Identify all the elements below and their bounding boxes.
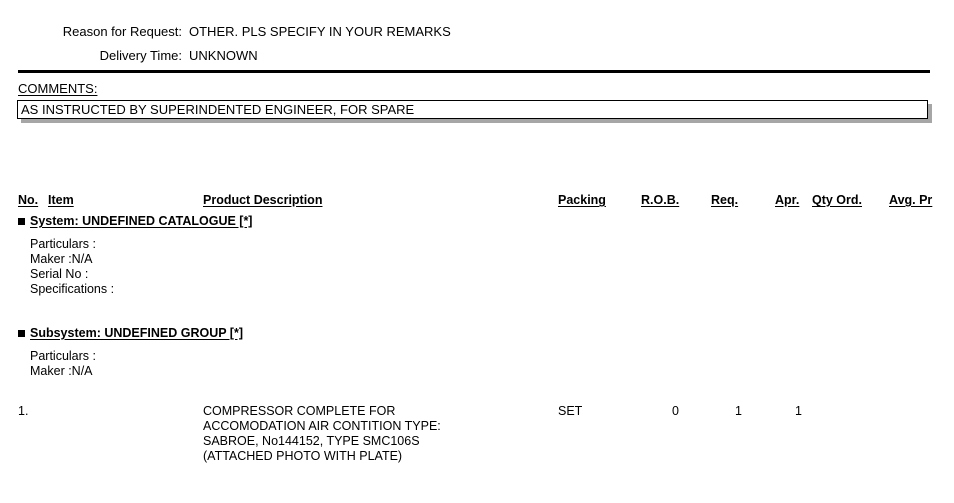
column-header-product-description: Product Description xyxy=(203,193,323,207)
detail-line-particulars: Particulars : xyxy=(30,237,96,251)
detail-line-maker: Maker :N/A xyxy=(30,252,93,266)
section-divider xyxy=(18,70,930,73)
description-line: ACCOMODATION AIR CONTITION TYPE: xyxy=(203,419,441,433)
group-row-system: System: UNDEFINED CATALOGUE [*] xyxy=(18,213,252,229)
column-header-avg-pr: Avg. Pr xyxy=(889,193,933,207)
description-line: (ATTACHED PHOTO WITH PLATE) xyxy=(203,449,403,463)
description-line: SABROE, No144152, TYPE SMC106S xyxy=(203,434,420,448)
field-label-delivery-time: Delivery Time: xyxy=(99,48,182,63)
row-rob: 0 xyxy=(672,404,679,418)
comments-textbox[interactable]: AS INSTRUCTED BY SUPERINDENTED ENGINEER,… xyxy=(17,100,928,119)
comments-label: COMMENTS: xyxy=(18,81,98,96)
detail-line-serial-no: Serial No : xyxy=(30,267,89,281)
row-packing: SET xyxy=(558,404,583,418)
row-apr: 1 xyxy=(795,404,802,418)
group-title-system: System: UNDEFINED CATALOGUE [*] xyxy=(30,214,253,228)
row-product-description: COMPRESSOR COMPLETE FOR ACCOMODATION AIR… xyxy=(203,404,533,464)
requisition-document-page: Reason for Request: OTHER. PLS SPECIFY I… xyxy=(0,0,954,503)
column-header-rob: R.O.B. xyxy=(641,193,680,207)
column-header-packing: Packing xyxy=(558,193,606,207)
detail-line-specifications: Specifications : xyxy=(30,282,115,296)
square-bullet-icon xyxy=(18,217,25,225)
column-header-no: No. xyxy=(18,193,39,207)
row-item-number: 1. xyxy=(18,404,29,418)
comments-text-value: AS INSTRUCTED BY SUPERINDENTED ENGINEER,… xyxy=(21,102,415,117)
detail-line-maker: Maker :N/A xyxy=(30,364,93,378)
column-header-apr: Apr. xyxy=(775,193,800,207)
detail-line-particulars: Particulars : xyxy=(30,349,96,363)
square-bullet-icon xyxy=(18,329,25,337)
group-row-subsystem: Subsystem: UNDEFINED GROUP [*] xyxy=(18,325,243,341)
column-header-item: Item xyxy=(48,193,74,207)
header-field-reason-for-request: Reason for Request: OTHER. PLS SPECIFY I… xyxy=(0,22,954,41)
header-field-delivery-time: Delivery Time: UNKNOWN xyxy=(0,46,954,65)
group-title-subsystem: Subsystem: UNDEFINED GROUP [*] xyxy=(30,326,243,340)
column-header-qty-ord: Qty Ord. xyxy=(812,193,863,207)
field-value-reason-for-request: OTHER. PLS SPECIFY IN YOUR REMARKS xyxy=(189,24,451,39)
description-line: COMPRESSOR COMPLETE FOR xyxy=(203,404,396,418)
row-req: 1 xyxy=(735,404,742,418)
column-header-req: Req. xyxy=(711,193,739,207)
table-header-row: No. Item Product Description Packing R.O… xyxy=(0,191,954,209)
field-value-delivery-time: UNKNOWN xyxy=(189,48,258,63)
field-label-reason-for-request: Reason for Request: xyxy=(62,24,182,39)
